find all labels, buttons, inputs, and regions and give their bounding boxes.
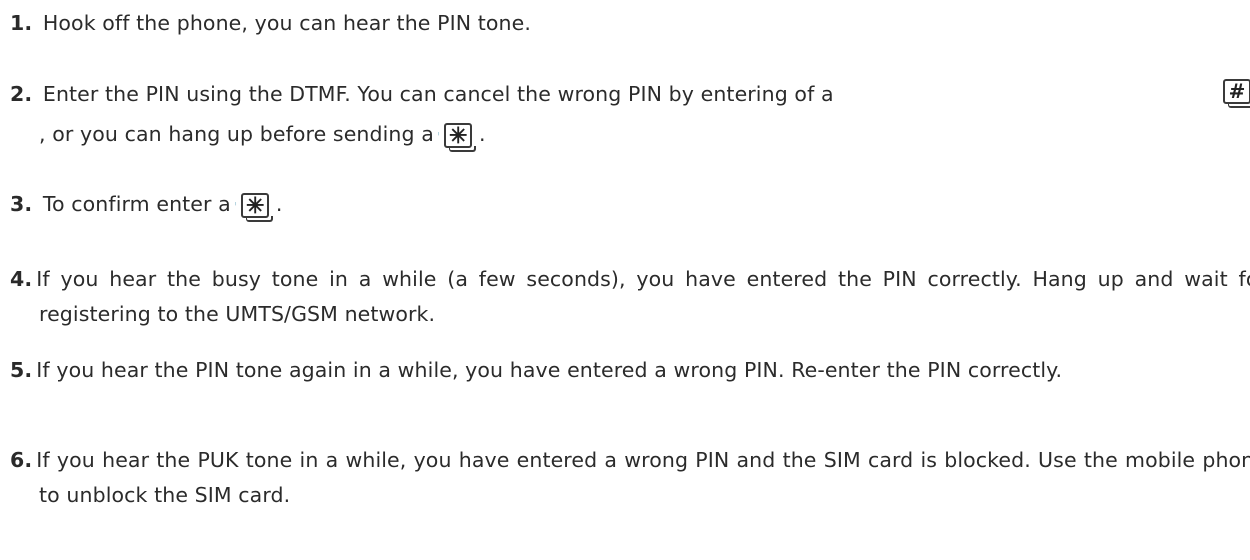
step-number: 4. [10, 267, 33, 291]
step-text: , or you can hang up before sending a [39, 122, 434, 146]
list-item-continuation: , or you can hang up before sending a ' ✳ … [10, 117, 1238, 155]
list-item: 3. To confirm enter a ' ✳ . [10, 192, 283, 222]
step-number: 6. [10, 448, 33, 472]
step-text-end: . [275, 192, 283, 216]
star-key-icon: ✳ [444, 123, 477, 152]
step-number: 3. [10, 192, 33, 216]
list-item: 4. If you hear the busy tone in a while (… [10, 262, 1250, 332]
step-number: 5. [10, 358, 33, 382]
hash-key-icon: # [1223, 79, 1250, 108]
star-key-icon: ✳ [241, 193, 274, 222]
step-text: If you hear the busy tone in a while (a … [36, 267, 1250, 326]
step-text: If you hear the PIN tone again in a whil… [36, 358, 1063, 382]
step-text-end: . [478, 122, 486, 146]
list-item: 2. Enter the PIN using the DTMF. You can… [10, 77, 1215, 112]
list-item: 5. If you hear the PIN tone again in a wh… [10, 353, 1250, 388]
step-number: 1. [10, 11, 33, 35]
step-text: Enter the PIN using the DTMF. You can ca… [42, 82, 834, 106]
list-item: 1. Hook off the phone, you can hear the … [10, 6, 1238, 41]
step-text: If you hear the PUK tone in a while, you… [36, 448, 1250, 507]
step-number: 2. [10, 82, 33, 106]
step-text: To confirm enter a [42, 192, 231, 216]
step-text: Hook off the phone, you can hear the PIN… [42, 11, 531, 35]
instruction-list: 1. Hook off the phone, you can hear the … [0, 0, 1250, 560]
list-item: 6. If you hear the PUK tone in a while, y… [10, 443, 1250, 513]
